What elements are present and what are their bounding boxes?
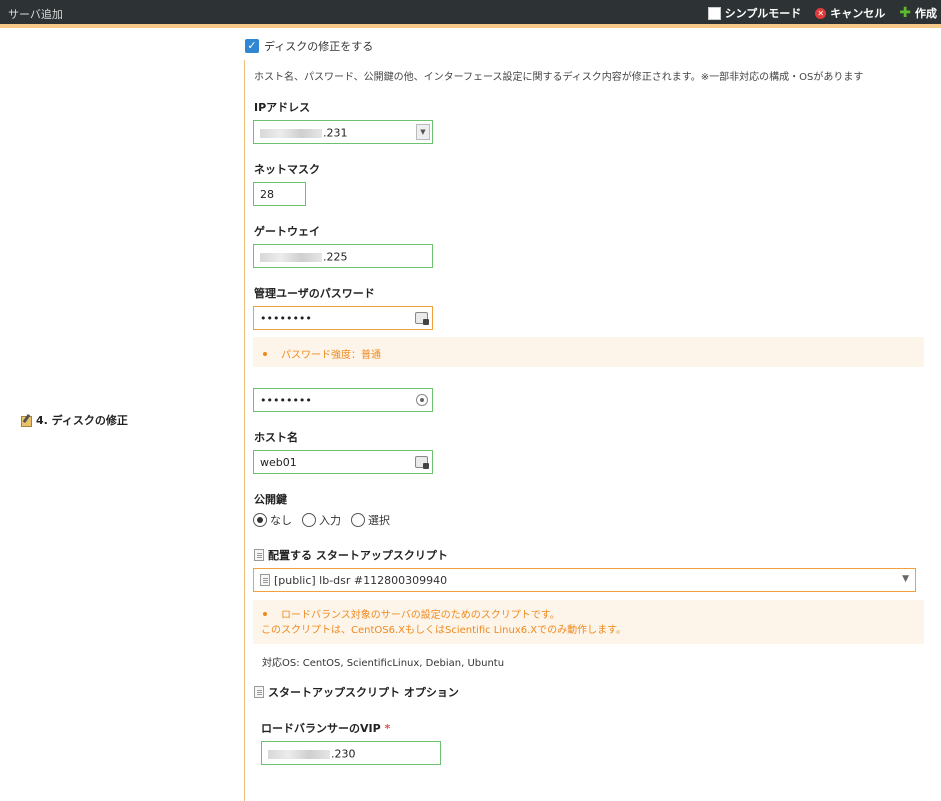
chevron-down-icon[interactable]: ▼ bbox=[902, 574, 909, 584]
ip-masked-part bbox=[260, 128, 322, 138]
startup-notice-line2: このスクリプトは、CentOS6.XもしくはScientific Linux6.… bbox=[261, 625, 627, 636]
startup-options-label-text: スタートアップスクリプト オプション bbox=[268, 686, 459, 699]
password-confirm-input[interactable]: •••••••• bbox=[253, 388, 433, 412]
password-strength-text: パスワード強度：普通 bbox=[281, 350, 381, 361]
public-key-option-none[interactable]: なし bbox=[253, 512, 292, 528]
required-mark: * bbox=[384, 722, 391, 735]
bullet-icon bbox=[263, 352, 267, 356]
radio-none[interactable] bbox=[253, 513, 267, 527]
cancel-button[interactable]: ✕ キャンセル bbox=[815, 5, 885, 21]
document-icon bbox=[254, 549, 264, 561]
startup-script-label-text: 配置する スタートアップスクリプト bbox=[268, 549, 448, 562]
gateway-label: ゲートウェイ bbox=[254, 225, 320, 238]
disk-edit-description: ホスト名、パスワード、公開鍵の他、インターフェース設定に関するディスク内容が修正… bbox=[254, 72, 864, 83]
cancel-icon: ✕ bbox=[815, 7, 827, 19]
ip-address-label: IPアドレス bbox=[254, 101, 311, 114]
vip-label: ロードバランサーのVIP * bbox=[261, 720, 390, 736]
startup-notice-line1: ロードバランス対象のサーバの設定のためのスクリプトです。 bbox=[281, 610, 560, 621]
vip-suffix: .230 bbox=[331, 747, 356, 761]
radio-select[interactable] bbox=[351, 513, 365, 527]
vip-label-text: ロードバランサーのVIP bbox=[261, 722, 381, 735]
hostname-value: web01 bbox=[260, 456, 297, 469]
keyboard-icon[interactable] bbox=[415, 312, 429, 325]
password-value: •••••••• bbox=[260, 312, 312, 325]
section-label-text: 4. ディスクの修正 bbox=[36, 414, 128, 427]
gateway-suffix: .225 bbox=[323, 250, 348, 264]
document-icon bbox=[260, 574, 270, 586]
create-label: 作成 bbox=[915, 7, 937, 20]
bullet-icon bbox=[263, 612, 267, 616]
disk-edit-checkbox[interactable]: ✓ bbox=[245, 39, 259, 53]
ip-address-select[interactable]: .231 ▼ bbox=[253, 120, 433, 144]
top-bar: サーバ追加 シンプルモード ✕ キャンセル ✚ 作成 bbox=[0, 0, 941, 28]
supported-os-text: 対応OS: CentOS, ScientificLinux, Debian, U… bbox=[262, 658, 505, 669]
gateway-input[interactable]: .225 bbox=[253, 244, 433, 268]
simple-mode-label: シンプルモード bbox=[724, 7, 802, 20]
section-divider bbox=[244, 60, 245, 801]
startup-script-notice: ロードバランス対象のサーバの設定のためのスクリプトです。 このスクリプトは、Ce… bbox=[253, 600, 924, 644]
public-key-option-input[interactable]: 入力 bbox=[302, 512, 341, 528]
password-strength-notice: パスワード強度：普通 bbox=[253, 337, 924, 367]
hostname-label: ホスト名 bbox=[254, 431, 298, 444]
startup-script-value: [public] lb-dsr #112800309940 bbox=[274, 573, 448, 587]
disk-edit-checkbox-label: ディスクの修正をする bbox=[264, 40, 374, 53]
show-password-icon[interactable] bbox=[416, 394, 428, 406]
radio-input[interactable] bbox=[302, 513, 316, 527]
simple-mode-toggle[interactable]: シンプルモード bbox=[707, 5, 802, 21]
edit-document-icon bbox=[254, 686, 264, 698]
startup-script-select[interactable]: [public] lb-dsr #112800309940 ▼ bbox=[253, 568, 916, 592]
password-input[interactable]: •••••••• bbox=[253, 306, 433, 330]
page-title: サーバ追加 bbox=[8, 8, 63, 21]
public-key-label: 公開鍵 bbox=[254, 493, 287, 506]
public-key-radio-group: なし 入力 選択 bbox=[253, 512, 394, 528]
startup-script-label: 配置する スタートアップスクリプト bbox=[254, 547, 448, 563]
radio-input-label: 入力 bbox=[319, 514, 341, 527]
keyboard-icon[interactable] bbox=[415, 456, 429, 469]
cancel-label: キャンセル bbox=[830, 7, 886, 20]
disk-edit-checkbox-row[interactable]: ✓ ディスクの修正をする bbox=[245, 38, 373, 54]
vip-masked-part bbox=[268, 749, 330, 759]
disk-edit-icon bbox=[20, 414, 32, 427]
gateway-masked-part bbox=[260, 252, 322, 262]
radio-select-label: 選択 bbox=[368, 514, 390, 527]
create-button[interactable]: ✚ 作成 bbox=[899, 5, 937, 21]
vip-input[interactable]: .230 bbox=[261, 741, 441, 765]
netmask-input[interactable]: 28 bbox=[253, 182, 306, 206]
public-key-option-select[interactable]: 選択 bbox=[351, 512, 390, 528]
password-label: 管理ユーザのパスワード bbox=[254, 287, 375, 300]
plus-icon: ✚ bbox=[899, 4, 911, 21]
section-label: 4. ディスクの修正 bbox=[20, 412, 128, 428]
startup-options-label: スタートアップスクリプト オプション bbox=[254, 684, 459, 700]
password-confirm-value: •••••••• bbox=[260, 394, 312, 407]
ip-dropdown-button[interactable]: ▼ bbox=[416, 124, 430, 140]
hostname-input[interactable]: web01 bbox=[253, 450, 433, 474]
header-actions: シンプルモード ✕ キャンセル ✚ 作成 bbox=[707, 5, 937, 21]
netmask-label: ネットマスク bbox=[254, 163, 320, 176]
simple-mode-checkbox[interactable] bbox=[707, 6, 721, 20]
ip-address-suffix: .231 bbox=[323, 126, 348, 140]
radio-none-label: なし bbox=[270, 514, 292, 527]
